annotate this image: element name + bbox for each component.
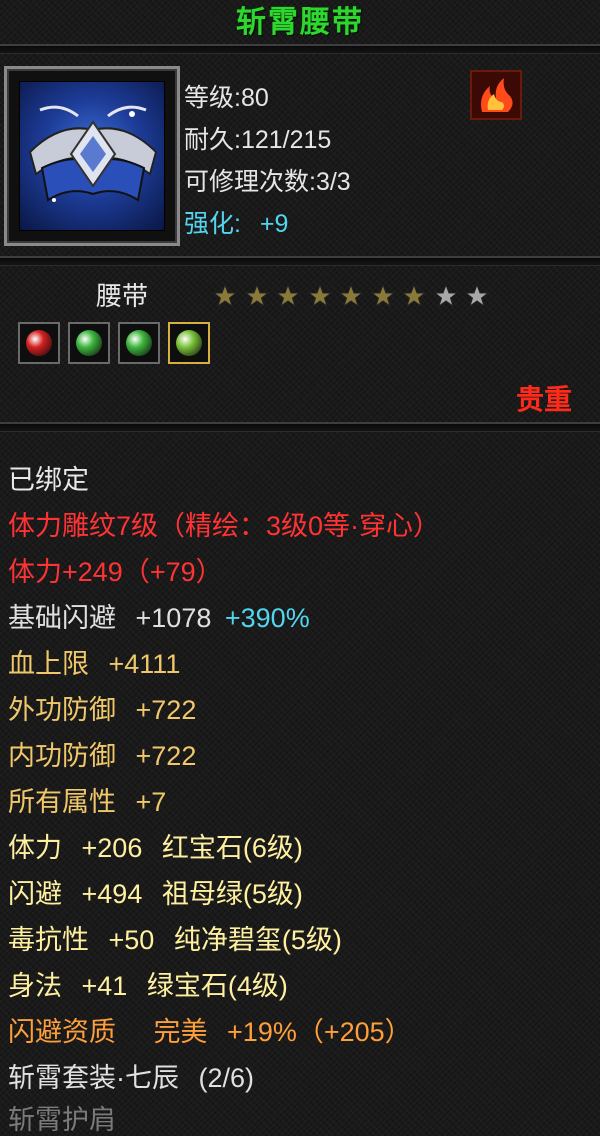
gem-attr-3-value: +50 (108, 925, 155, 955)
item-type: 腰带 (96, 281, 149, 311)
gem-ball (26, 330, 52, 356)
hp-label: 血上限 (8, 649, 89, 679)
base-dodge-label: 基础闪避 (8, 603, 116, 633)
enhance-label: 强化: (184, 210, 241, 238)
gem-attr-4: 身法 +41 绿宝石(4级) (8, 964, 288, 1003)
gem-attr-1-value: +206 (81, 833, 143, 863)
star-filled-icon (275, 283, 301, 308)
star-filled-icon (370, 283, 395, 308)
all-attributes-value: +7 (135, 787, 167, 817)
gem-attr-4-stat: 身法 (8, 971, 62, 1001)
star-filled-icon (307, 283, 332, 308)
rarity-label: 贵重 (515, 384, 572, 415)
item-icon-frame[interactable] (4, 66, 180, 246)
quality-grade: 完美 (153, 1017, 208, 1047)
gem-ball (176, 330, 202, 356)
base-dodge-attr: 基础闪避 +1078 +390% (8, 596, 310, 635)
all-attributes-attr: 所有属性 +7 (8, 780, 166, 819)
gem-attr-2-value: +494 (81, 879, 143, 909)
gem-ball (76, 330, 102, 356)
hp-value: +4111 (108, 649, 181, 679)
inner-defense-value: +722 (135, 741, 197, 771)
quality-label: 闪避资质 (8, 1017, 116, 1047)
gem-attr-3-name: 纯净碧玺(5级) (173, 925, 342, 955)
vitality-attr: 体力+249（+79） (8, 557, 223, 587)
gem-attr-3-stat: 毒抗性 (8, 925, 89, 955)
bound-status: 已绑定 (8, 465, 89, 495)
level-stat: 等级:80 (184, 84, 269, 112)
green-gem-icon[interactable] (118, 322, 160, 364)
all-attributes-label: 所有属性 (8, 787, 116, 817)
engrave-attr: 体力雕纹7级（精绘：3级0等·穿心） (8, 511, 441, 541)
gem-attr-3: 毒抗性 +50 纯净碧玺(5级) (8, 918, 342, 957)
inner-defense-label: 内功防御 (8, 741, 116, 771)
base-dodge-pct: +390% (224, 603, 310, 633)
durability-stat: 耐久:121/215 (184, 126, 332, 154)
header-divider (0, 44, 600, 54)
enhance-value: +9 (259, 210, 289, 238)
repair-count-stat: 可修理次数:3/3 (184, 168, 351, 196)
jade-gem-icon[interactable] (168, 322, 210, 364)
base-dodge-value: +1078 (135, 603, 212, 633)
inner-defense-attr: 内功防御 +722 (8, 734, 196, 773)
item-title: 斩霄腰带 (236, 5, 364, 40)
gem-attr-4-name: 绿宝石(4级) (146, 971, 288, 1001)
quality-attr: 闪避资质 完美 +19%（+205） (8, 1010, 412, 1049)
belt-icon (19, 81, 165, 231)
star-filled-icon (212, 283, 238, 308)
gem-attr-4-value: +41 (81, 971, 128, 1001)
gem-attr-1: 体力 +206 红宝石(6级) (8, 826, 303, 865)
gem-attr-1-stat: 体力 (8, 833, 62, 863)
set-piece-missing: 斩霄护肩 (8, 1105, 116, 1135)
gem-attr-2-name: 祖母绿(5级) (161, 879, 303, 909)
outer-defense-value: +722 (135, 695, 197, 725)
green-gem-icon[interactable] (68, 322, 110, 364)
set-name: 斩霄套装·七辰 (8, 1063, 179, 1093)
section-divider-1 (0, 256, 600, 266)
gem-attr-2-stat: 闪避 (8, 879, 62, 909)
hp-attr: 血上限 +4111 (8, 642, 180, 681)
flame-icon[interactable] (470, 70, 522, 120)
star-filled-icon (244, 283, 269, 308)
gem-attr-2: 闪避 +494 祖母绿(5级) (8, 872, 303, 911)
star-filled-icon (401, 283, 427, 308)
section-divider-2 (0, 422, 600, 432)
outer-defense-attr: 外功防御 +722 (8, 688, 196, 727)
star-empty-icon (433, 283, 458, 308)
set-count: (2/6) (198, 1063, 255, 1093)
gem-attr-1-name: 红宝石(6级) (161, 833, 303, 863)
enhance-stat: 强化: +9 (184, 204, 288, 240)
set-attr: 斩霄套装·七辰 (2/6) (8, 1056, 254, 1095)
quality-value: +19%（+205） (227, 1017, 412, 1047)
outer-defense-label: 外功防御 (8, 695, 116, 725)
gem-ball (126, 330, 152, 356)
red-gem-icon[interactable] (18, 322, 60, 364)
star-filled-icon (338, 283, 364, 308)
star-empty-icon (464, 283, 490, 308)
